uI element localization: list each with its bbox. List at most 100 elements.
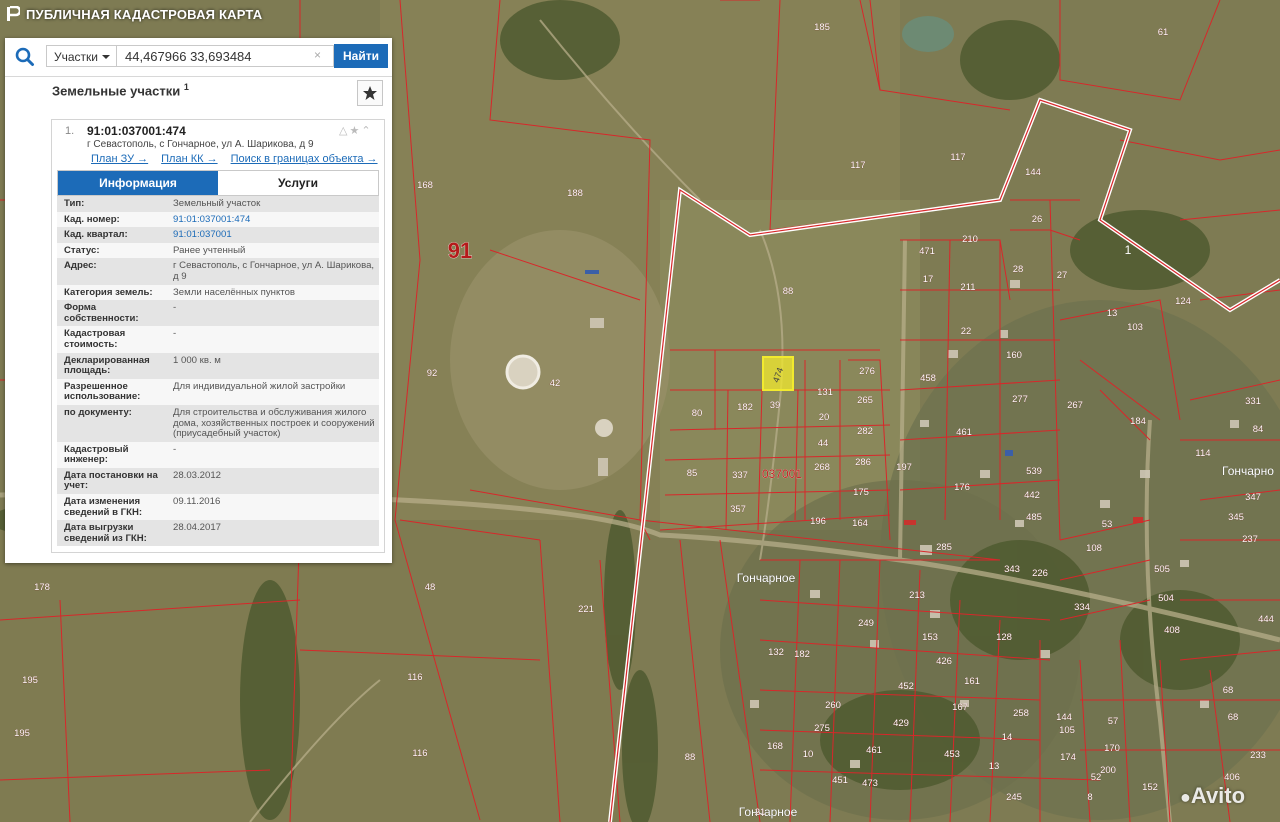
parcel-number-label[interactable]: 42 (550, 378, 561, 389)
parcel-number-label[interactable]: 168 (767, 741, 783, 752)
parcel-number-label[interactable]: 426 (936, 656, 952, 667)
parcel-number-label[interactable]: 85 (687, 468, 698, 479)
parcel-number-label[interactable]: 57 (1108, 716, 1119, 727)
parcel-number-label[interactable]: 442 (1024, 490, 1040, 501)
parcel-number-label[interactable]: 185 (814, 22, 830, 33)
parcel-number-label[interactable]: 195 (14, 728, 30, 739)
find-button[interactable]: Найти (334, 44, 388, 68)
parcel-number-label[interactable]: 276 (859, 366, 875, 377)
parcel-number-label[interactable]: 153 (922, 632, 938, 643)
parcel-number-label[interactable]: 233 (1250, 750, 1266, 761)
parcel-number-label[interactable]: 245 (1006, 792, 1022, 803)
parcel-number-label[interactable]: 260 (825, 700, 841, 711)
parcel-number-label[interactable]: 61 (1158, 27, 1169, 38)
parcel-number-label[interactable]: 265 (857, 395, 873, 406)
parcel-number-label[interactable]: 164 (852, 518, 868, 529)
parcel-number-label[interactable]: 337 (732, 470, 748, 481)
parcel-number-label[interactable]: 504 (1158, 593, 1174, 604)
parcel-number-label[interactable]: 68 (1223, 685, 1234, 696)
parcel-number-label[interactable]: 213 (909, 590, 925, 601)
parcel-number-label[interactable]: 13 (1107, 308, 1118, 319)
parcel-number-label[interactable]: 14 (1002, 732, 1013, 743)
parcel-number-label[interactable]: 10 (803, 749, 814, 760)
parcel-number-label[interactable]: 160 (1006, 350, 1022, 361)
parcel-number-label[interactable]: 92 (427, 368, 438, 379)
link-plan-kk[interactable]: План КК → (161, 153, 217, 165)
parcel-number-label[interactable]: 44 (818, 438, 829, 449)
parcel-number-label[interactable]: 13 (989, 761, 1000, 772)
parcel-number-label[interactable]: 461 (866, 745, 882, 756)
parcel-number-label[interactable]: 108 (1086, 543, 1102, 554)
parcel-number-label[interactable]: 17 (923, 274, 934, 285)
parcel-number-label[interactable]: 277 (1012, 394, 1028, 405)
parcel-number-label[interactable]: 178 (34, 582, 50, 593)
parcel-number-label[interactable]: 8 (1087, 792, 1093, 803)
parcel-number-label[interactable]: 429 (893, 718, 909, 729)
parcel-number-label[interactable]: 84 (1253, 424, 1264, 435)
link-search-in-bounds[interactable]: Поиск в границах объекта → (231, 153, 378, 165)
parcel-number-label[interactable]: 182 (794, 649, 810, 660)
parcel-number-label[interactable]: 144 (1025, 167, 1041, 178)
parcel-number-label[interactable]: 170 (1104, 743, 1120, 754)
parcel-number-label[interactable]: 334 (1074, 602, 1090, 613)
favorite-button[interactable] (357, 80, 383, 106)
search-icon[interactable] (13, 46, 37, 68)
parcel-number-label[interactable]: 461 (956, 427, 972, 438)
parcel-number-label[interactable]: 124 (1175, 296, 1191, 307)
info-value[interactable]: 91:01:037001 (166, 227, 379, 243)
parcel-number-label[interactable]: 116 (407, 672, 423, 683)
parcel-number-label[interactable]: 408 (1164, 625, 1180, 636)
star-outline-icon[interactable]: ★ (349, 124, 359, 137)
parcel-number-label[interactable]: 20 (819, 412, 830, 423)
warning-icon[interactable]: △ (339, 124, 347, 137)
parcel-number-label[interactable]: 444 (1258, 614, 1274, 625)
chevron-up-icon[interactable]: ⌃ (361, 124, 370, 137)
parcel-number-label[interactable]: 114 (1195, 448, 1211, 459)
parcel-number-label[interactable]: 505 (1154, 564, 1170, 575)
parcel-number-label[interactable]: 22 (961, 326, 972, 337)
tab-info[interactable]: Информация (58, 171, 218, 195)
parcel-number-label[interactable]: 258 (1013, 708, 1029, 719)
search-type-select[interactable]: Участки (46, 45, 116, 67)
parcel-number-label[interactable]: 331 (1245, 396, 1261, 407)
parcel-number-label[interactable]: 286 (855, 457, 871, 468)
parcel-number-label[interactable]: 406 (1224, 772, 1240, 783)
parcel-number-label[interactable]: 196 (810, 516, 826, 527)
parcel-number-label[interactable]: 452 (898, 681, 914, 692)
parcel-number-label[interactable]: 458 (920, 373, 936, 384)
parcel-number-label[interactable]: 48 (425, 582, 436, 593)
search-input[interactable] (116, 45, 334, 67)
clear-icon[interactable]: × (314, 48, 321, 62)
parcel-number-label[interactable]: 68 (1228, 712, 1239, 723)
parcel-number-label[interactable]: 268 (814, 462, 830, 473)
parcel-number-label[interactable]: 197 (896, 462, 912, 473)
parcel-number-label[interactable]: 451 (832, 775, 848, 786)
parcel-number-label[interactable]: 211 (960, 282, 976, 293)
parcel-number-label[interactable]: 161 (964, 676, 980, 687)
parcel-number-label[interactable]: 343 (1004, 564, 1020, 575)
parcel-number-label[interactable]: 28 (1013, 264, 1024, 275)
parcel-number-label[interactable]: 471 (919, 246, 935, 257)
tab-services[interactable]: Услуги (218, 171, 378, 195)
parcel-number-label[interactable]: 188 (567, 188, 583, 199)
parcel-number-label[interactable]: 473 (862, 778, 878, 789)
parcel-number-label[interactable]: 39 (770, 400, 781, 411)
parcel-number-label[interactable]: 175 (853, 487, 869, 498)
parcel-number-label[interactable]: 21 (755, 807, 766, 818)
parcel-number-label[interactable]: 275 (814, 723, 830, 734)
parcel-number-label[interactable]: 105 (1059, 725, 1075, 736)
parcel-number-label[interactable]: 485 (1026, 512, 1042, 523)
parcel-number-label[interactable]: 128 (996, 632, 1012, 643)
parcel-number-label[interactable]: 26 (1032, 214, 1043, 225)
parcel-number-label[interactable]: 345 (1228, 512, 1244, 523)
parcel-number-label[interactable]: 103 (1127, 322, 1143, 333)
parcel-number-label[interactable]: 116 (412, 748, 428, 759)
parcel-number-label[interactable]: 132 (768, 647, 784, 658)
parcel-number-label[interactable]: 168 (417, 180, 433, 191)
parcel-number-label[interactable]: 184 (1130, 416, 1146, 427)
parcel-number-label[interactable]: 226 (1032, 568, 1048, 579)
parcel-number-label[interactable]: 144 (1056, 712, 1072, 723)
parcel-number-label[interactable]: 117 (850, 160, 866, 171)
parcel-number-label[interactable]: 249 (858, 618, 874, 629)
parcel-number-label[interactable]: 88 (783, 286, 794, 297)
